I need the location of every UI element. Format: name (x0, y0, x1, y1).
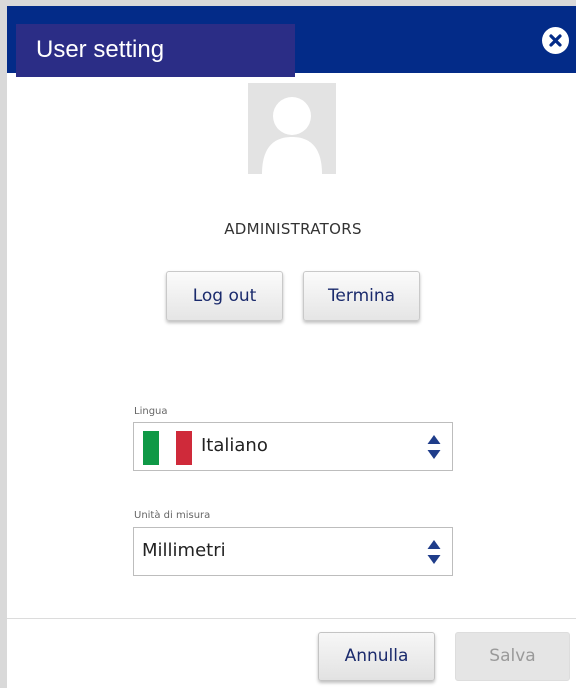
user-setting-dialog: User setting ADMINISTRATORS Log out Term… (7, 6, 576, 688)
terminate-button[interactable]: Termina (303, 271, 420, 321)
select-arrows-icon (427, 435, 441, 459)
units-label: Unità di misura (134, 510, 211, 521)
language-label: Lingua (134, 406, 168, 417)
user-avatar-icon (248, 83, 336, 174)
close-icon (549, 34, 562, 47)
language-select[interactable]: Italiano (133, 422, 453, 471)
units-select[interactable]: Millimetri (133, 527, 453, 576)
dialog-title: User setting (36, 36, 165, 63)
dialog-header: User setting (7, 6, 576, 77)
save-button[interactable]: Salva (455, 632, 570, 681)
close-button[interactable] (542, 27, 569, 54)
footer-divider (7, 618, 576, 619)
italy-flag-icon (143, 431, 192, 465)
units-value: Millimetri (142, 540, 226, 561)
logout-button[interactable]: Log out (166, 271, 283, 321)
select-arrows-icon (427, 540, 441, 564)
language-value: Italiano (201, 435, 268, 456)
user-role: ADMINISTRATORS (224, 220, 362, 238)
cancel-button[interactable]: Annulla (318, 632, 435, 681)
title-box: User setting (16, 24, 295, 77)
